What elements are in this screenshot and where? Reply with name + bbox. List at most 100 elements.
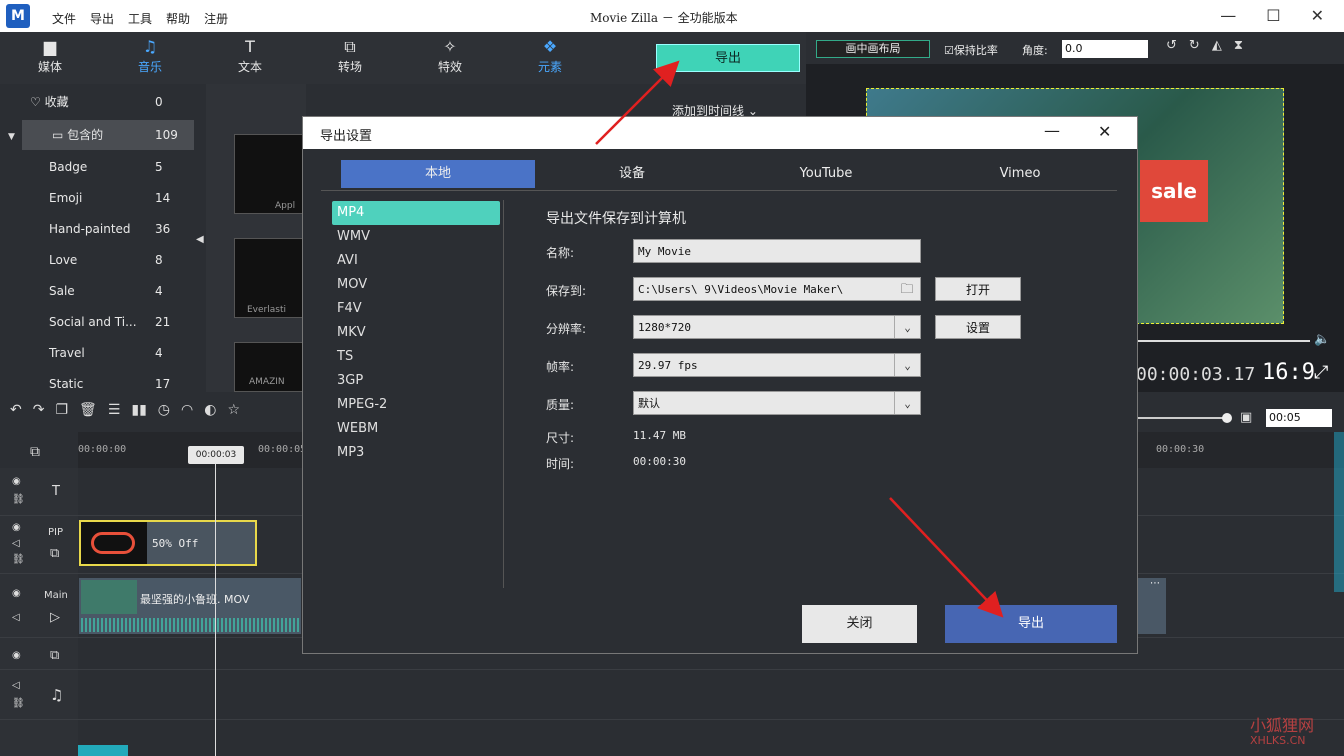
flip-horizontal-icon[interactable]: ◭ bbox=[1212, 38, 1222, 53]
element-thumbnail[interactable]: Everlasti bbox=[234, 238, 304, 318]
category-emoji[interactable]: Emoji 14 bbox=[0, 183, 195, 213]
zoom-slider-handle[interactable] bbox=[1222, 413, 1232, 423]
keep-ratio-checkbox[interactable]: ☑保持比率 bbox=[944, 42, 998, 58]
tool-text[interactable]: T 文本 bbox=[220, 36, 280, 75]
speaker-icon[interactable]: ◁ bbox=[12, 538, 20, 549]
menu-help[interactable]: 帮助 bbox=[166, 10, 190, 27]
expand-triangle-icon[interactable]: ▼ bbox=[8, 132, 15, 142]
format-item[interactable]: WEBM bbox=[332, 417, 500, 441]
element-thumbnail[interactable]: AMAZIN bbox=[234, 342, 304, 392]
export-button[interactable]: 导出 bbox=[945, 605, 1117, 643]
category-badge[interactable]: Badge 5 bbox=[0, 152, 195, 182]
menu-tools[interactable]: 工具 bbox=[128, 10, 152, 27]
format-item[interactable]: MP3 bbox=[332, 441, 500, 465]
horizontal-scrollbar[interactable] bbox=[78, 745, 128, 756]
link-icon[interactable]: ⛓ bbox=[12, 554, 25, 565]
star-icon[interactable]: ☆ bbox=[227, 402, 240, 418]
tab-device[interactable]: 设备 bbox=[535, 160, 729, 188]
rotate-right-icon[interactable]: ↻ bbox=[1189, 38, 1200, 53]
tab-local[interactable]: 本地 bbox=[341, 160, 535, 188]
element-thumbnail[interactable]: Appl bbox=[234, 134, 304, 214]
menu-export[interactable]: 导出 bbox=[90, 10, 114, 27]
format-item[interactable]: MOV bbox=[332, 273, 500, 297]
format-item[interactable]: TS bbox=[332, 345, 500, 369]
close-dialog-button[interactable]: 关闭 bbox=[802, 605, 917, 643]
close-button[interactable]: ✕ bbox=[1311, 6, 1324, 25]
category-included[interactable]: ▭ 包含的 109 bbox=[22, 120, 194, 150]
framerate-select[interactable]: 29.97 fps ⌄ bbox=[633, 353, 921, 377]
eye-icon[interactable]: ◉ bbox=[12, 522, 21, 533]
speed-icon[interactable]: ◠ bbox=[181, 402, 193, 418]
collapse-arrow-icon[interactable]: ◀ bbox=[196, 234, 204, 245]
format-item[interactable]: 3GP bbox=[332, 369, 500, 393]
split-icon[interactable]: ▮▮ bbox=[131, 402, 146, 418]
format-item[interactable]: MPEG-2 bbox=[332, 393, 500, 417]
film-icon: ▣ bbox=[1240, 410, 1253, 425]
redo-icon[interactable]: ↷ bbox=[33, 402, 45, 418]
menu-register[interactable]: 注册 bbox=[204, 10, 228, 27]
settings-button[interactable]: 设置 bbox=[935, 315, 1021, 339]
tool-elements[interactable]: ❖ 元素 bbox=[520, 36, 580, 75]
playhead-line[interactable] bbox=[215, 464, 216, 756]
tool-music[interactable]: ♫ 音乐 bbox=[120, 36, 180, 75]
dialog-close-button[interactable]: ✕ bbox=[1098, 122, 1111, 141]
volume-icon[interactable]: 🔈 bbox=[1314, 332, 1330, 347]
clock-icon[interactable]: ◷ bbox=[158, 402, 170, 418]
resolution-select[interactable]: 1280*720 ⌄ bbox=[633, 315, 921, 339]
undo-icon[interactable]: ↶ bbox=[10, 402, 22, 418]
category-static[interactable]: Static 17 bbox=[0, 369, 195, 392]
name-input[interactable]: My Movie bbox=[633, 239, 921, 263]
eye-icon[interactable]: ◉ bbox=[12, 476, 21, 487]
maximize-button[interactable]: ☐ bbox=[1266, 6, 1280, 25]
copy-icon[interactable]: ❐ bbox=[55, 402, 68, 418]
rotate-left-icon[interactable]: ↺ bbox=[1166, 38, 1177, 53]
minimize-button[interactable]: — bbox=[1220, 6, 1236, 25]
more-icon[interactable]: ⋯ bbox=[1150, 578, 1160, 589]
open-button[interactable]: 打开 bbox=[935, 277, 1021, 301]
layers-icon[interactable]: ⧉ bbox=[30, 444, 40, 460]
format-item[interactable]: MKV bbox=[332, 321, 500, 345]
eye-icon[interactable]: ◉ bbox=[12, 650, 21, 661]
eye-icon[interactable]: ◉ bbox=[12, 588, 21, 599]
tool-effects[interactable]: ✧ 特效 bbox=[420, 36, 480, 75]
vertical-scrollbar[interactable] bbox=[1334, 432, 1344, 592]
adjust-icon[interactable]: ☰ bbox=[108, 402, 121, 418]
category-social[interactable]: Social and Ti... 21 bbox=[0, 307, 195, 337]
main-clip-segment[interactable]: ⋯ bbox=[1136, 578, 1166, 634]
speaker-icon[interactable]: ◁ bbox=[12, 612, 20, 623]
playhead-tag[interactable]: 00:00:03 bbox=[188, 446, 244, 464]
zoom-input[interactable]: 00:05 bbox=[1266, 409, 1332, 427]
category-label: Static bbox=[49, 377, 84, 391]
export-button-top[interactable]: 导出 bbox=[656, 44, 800, 72]
aspect-ratio[interactable]: 16:9 bbox=[1262, 360, 1315, 385]
pip-layout-button[interactable]: 画中画布局 bbox=[816, 40, 930, 58]
playback-progress[interactable] bbox=[1136, 340, 1310, 342]
angle-input[interactable]: 0.0 bbox=[1062, 40, 1148, 58]
tool-transition[interactable]: ⧉ 转场 bbox=[320, 36, 380, 75]
menu-file[interactable]: 文件 bbox=[52, 10, 76, 27]
format-item[interactable]: MP4 bbox=[332, 201, 500, 225]
dialog-minimize-button[interactable]: — bbox=[1044, 121, 1060, 140]
tab-youtube[interactable]: YouTube bbox=[729, 160, 923, 188]
tool-media[interactable]: ▆ 媒体 bbox=[20, 36, 80, 75]
category-hand-painted[interactable]: Hand-painted 36 bbox=[0, 214, 195, 244]
link-icon[interactable]: ⛓ bbox=[12, 698, 25, 709]
format-item[interactable]: WMV bbox=[332, 225, 500, 249]
category-favorites[interactable]: ♡ 收藏 0 bbox=[0, 87, 195, 117]
delete-icon[interactable]: 🗑 bbox=[79, 402, 97, 418]
flip-vertical-icon[interactable]: ⧗ bbox=[1234, 38, 1243, 53]
format-item[interactable]: AVI bbox=[332, 249, 500, 273]
zoom-slider[interactable] bbox=[1136, 417, 1228, 419]
save-path-input[interactable]: C:\Users\ 9\Videos\Movie Maker\ 🗀 bbox=[633, 277, 921, 301]
fullscreen-icon[interactable]: ⤢ bbox=[1314, 362, 1328, 383]
format-item[interactable]: F4V bbox=[332, 297, 500, 321]
category-travel[interactable]: Travel 4 bbox=[0, 338, 195, 368]
link-icon[interactable]: ⛓ bbox=[12, 494, 25, 505]
color-icon[interactable]: ◐ bbox=[204, 402, 216, 418]
category-love[interactable]: Love 8 bbox=[0, 245, 195, 275]
speaker-icon[interactable]: ◁ bbox=[12, 680, 20, 691]
quality-select[interactable]: 默认 ⌄ bbox=[633, 391, 921, 415]
tab-vimeo[interactable]: Vimeo bbox=[923, 160, 1117, 188]
category-sale[interactable]: Sale 4 bbox=[0, 276, 195, 306]
folder-icon[interactable]: 🗀 bbox=[894, 278, 920, 300]
